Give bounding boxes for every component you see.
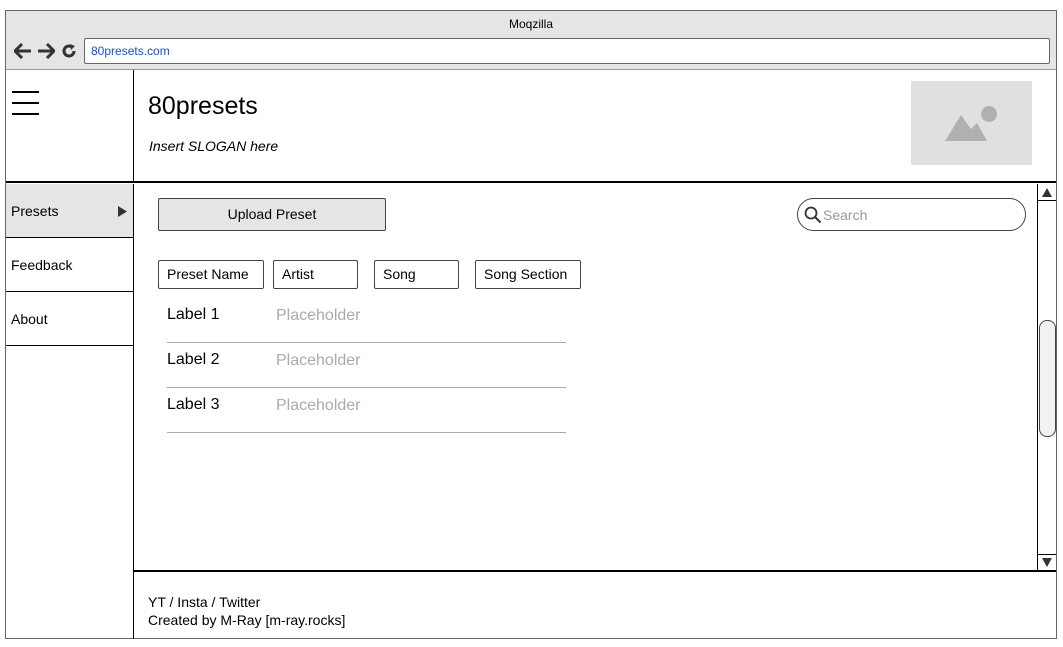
search-icon — [804, 206, 822, 229]
site-footer: YT / Insta / Twitter Created by M-Ray [m… — [134, 574, 1056, 639]
header-divider — [133, 70, 134, 183]
main-content: Upload Preset Preset Name Artist Song So… — [134, 184, 1056, 572]
search-input[interactable] — [823, 206, 1018, 224]
form-label: Label 3 — [167, 396, 220, 413]
hamburger-icon[interactable] — [12, 91, 39, 116]
vertical-scrollbar[interactable] — [1037, 184, 1056, 570]
site-slogan: Insert SLOGAN here — [149, 138, 279, 154]
footer-social-links[interactable]: YT / Insta / Twitter — [148, 594, 260, 610]
scrollbar-thumb[interactable] — [1039, 320, 1056, 437]
filter-artist[interactable]: Artist — [273, 260, 358, 289]
form-input[interactable] — [276, 396, 556, 416]
sidebar-item-label: Feedback — [11, 256, 73, 273]
sidebar-item-feedback[interactable]: Feedback — [6, 238, 133, 292]
search-box[interactable] — [797, 198, 1026, 231]
form-label: Label 1 — [167, 306, 220, 323]
browser-nav — [13, 42, 78, 60]
site-header: 80presets Insert SLOGAN here — [6, 70, 1056, 183]
window-title: Moqzilla — [508, 17, 553, 31]
scroll-down-icon[interactable] — [1038, 554, 1056, 570]
reload-icon[interactable] — [59, 42, 78, 60]
form-row: Label 2 — [167, 343, 566, 388]
browser-titlebar: Moqzilla 80presets.com — [6, 11, 1056, 70]
form-input[interactable] — [276, 306, 556, 326]
form-input[interactable] — [276, 351, 556, 371]
browser-window: Moqzilla 80presets.com 80presets Insert … — [5, 10, 1057, 639]
triangle-right-icon — [118, 204, 127, 220]
filter-song[interactable]: Song — [374, 260, 459, 289]
filter-preset-name[interactable]: Preset Name — [158, 260, 264, 289]
sidebar-item-about[interactable]: About — [6, 292, 133, 346]
site-title: 80presets — [148, 92, 258, 120]
arrow-left-icon[interactable] — [13, 42, 32, 60]
form-row: Label 1 — [167, 298, 566, 343]
footer-credit: Created by M-Ray [m-ray.rocks] — [148, 612, 346, 628]
upload-preset-button[interactable]: Upload Preset — [158, 198, 386, 231]
form-label: Label 2 — [167, 351, 220, 368]
filter-song-section[interactable]: Song Section — [475, 260, 581, 289]
form-row: Label 3 — [167, 388, 566, 433]
image-placeholder-icon — [911, 81, 1032, 165]
url-bar[interactable]: 80presets.com — [84, 38, 1050, 64]
scroll-up-icon[interactable] — [1038, 185, 1056, 201]
sidebar-item-presets[interactable]: Presets — [6, 184, 133, 238]
sidebar-item-label: About — [11, 310, 48, 327]
arrow-right-icon[interactable] — [36, 42, 55, 60]
sidebar-item-label: Presets — [11, 202, 59, 219]
sidebar: Presets Feedback About — [6, 184, 134, 639]
